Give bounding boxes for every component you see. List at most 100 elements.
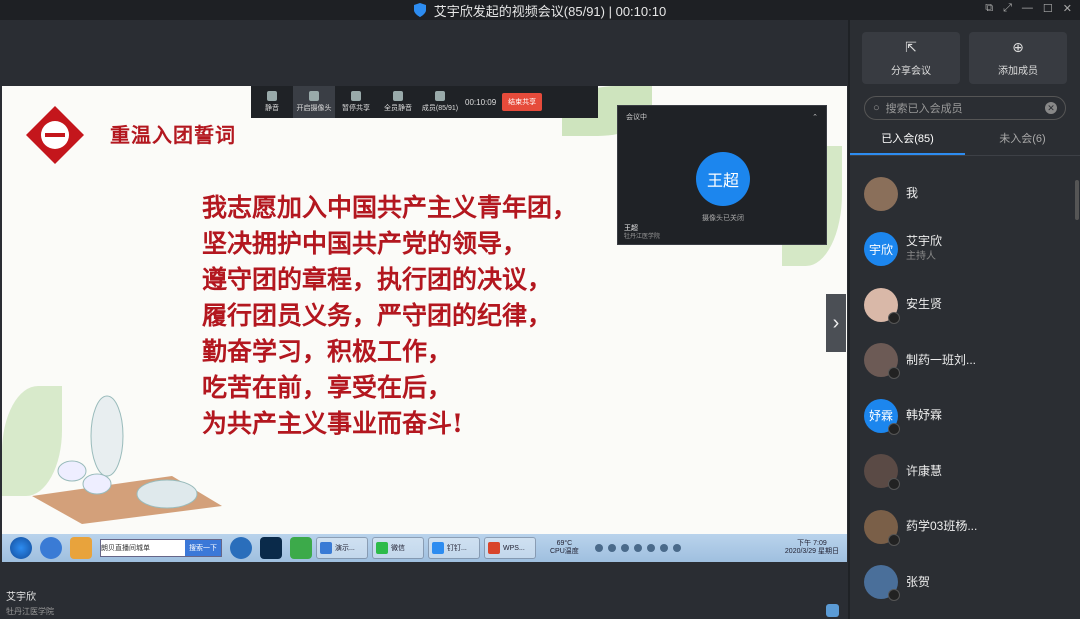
presenter-label: 艾宇欣 牡丹江医学院	[6, 592, 54, 616]
camera-panel: 会议中 ⌃ 王超 摄像头已关闭 王超 牡丹江医学院	[617, 105, 827, 245]
app-icon[interactable]	[70, 537, 92, 559]
member-text: 安生贤	[906, 297, 942, 312]
member-text: 韩妤霖	[906, 408, 942, 423]
player-icon[interactable]	[290, 537, 312, 559]
fullscreen-icon[interactable]: ⤢	[1003, 2, 1012, 15]
avatar: 妤霖	[864, 398, 900, 435]
avatar	[864, 509, 900, 546]
taskbar-search[interactable]: 朗贝直播间城单 搜索一下	[100, 539, 222, 557]
cpu-temperature: 69°C CPU温度	[550, 540, 579, 555]
participant-avatar: 王超	[696, 152, 750, 206]
browser-icon[interactable]	[230, 537, 252, 559]
meeting-timer: 00:10:09	[465, 97, 497, 107]
ie-icon[interactable]	[40, 537, 62, 559]
mute-all-icon	[393, 91, 403, 101]
screenshot-icon[interactable]: ⧉	[985, 2, 993, 15]
clear-icon[interactable]: ✕	[1045, 102, 1057, 114]
taskbar-wechat[interactable]: 微信	[372, 537, 424, 559]
add-member-button[interactable]: ⊕ 添加成员	[969, 32, 1067, 84]
member-text: 张贺	[906, 575, 930, 590]
search-icon: ○	[873, 102, 880, 114]
window-titlebar: 艾宇欣发起的视频会议(85/91) | 00:10:10 ⧉ ⤢ — ☐ ✕	[0, 0, 1080, 20]
oath-line: 吃苦在前，享受在后，	[202, 373, 453, 402]
list-item[interactable]: 安生贤	[850, 277, 1080, 333]
list-item[interactable]: 制药一班刘...	[850, 333, 1080, 389]
member-text: 药学03班杨...	[906, 519, 977, 534]
list-item[interactable]: 宇欣 艾宇欣 主持人	[850, 222, 1080, 278]
tea-set-illustration	[32, 395, 222, 524]
tab-not-joined[interactable]: 未入会(6)	[965, 128, 1080, 155]
avatar	[864, 343, 900, 380]
camera-button[interactable]: 开启摄像头	[293, 86, 335, 118]
mic-off-icon	[888, 422, 900, 435]
list-item[interactable]: 妤霖 韩妤霖	[850, 388, 1080, 444]
youth-league-emblem	[26, 106, 84, 164]
mute-all-button[interactable]: 全员静音	[377, 86, 419, 118]
oath-line: 遵守团的章程，执行团的决议，	[202, 265, 553, 294]
mic-off-icon	[888, 589, 900, 602]
member-name: 制药一班刘...	[906, 352, 977, 367]
chevron-right-icon: ›	[832, 311, 840, 334]
member-search-input[interactable]: ○ 搜索已入会成员 ✕	[864, 96, 1066, 120]
shield-icon	[413, 3, 426, 17]
end-share-button[interactable]: 结束共享	[502, 93, 543, 111]
member-text: 我	[906, 186, 918, 201]
camera-panel-status: 会议中	[626, 114, 647, 121]
avatar	[864, 176, 898, 211]
windows-taskbar: 朗贝直播间城单 搜索一下 演示... 微信 钉钉... WPS... 69°C …	[2, 534, 847, 562]
minimize-icon[interactable]: —	[1022, 2, 1033, 15]
expand-panel-button[interactable]: ›	[826, 294, 846, 352]
avatar	[864, 454, 900, 491]
meeting-toolbar: 静音 开启摄像头 暂停共享 全员静音 成员(85/91) 00:10:09 结束…	[251, 86, 598, 118]
share-meeting-button[interactable]: ⇱ 分享会议	[862, 32, 960, 84]
system-tray[interactable]	[594, 544, 681, 552]
chat-icon[interactable]	[826, 604, 839, 617]
members-sidebar: ⇱ 分享会议 ⊕ 添加成员 ○ 搜索已入会成员 ✕ 已入会(85) 未入会(6)…	[850, 20, 1080, 619]
camera-panel-header: 会议中 ⌃	[618, 106, 826, 128]
oath-text: 我志愿加入中国共产主义青年团， 坚决拥护中国共产党的领导， 遵守团的章程，执行团…	[202, 190, 577, 442]
members-button[interactable]: 成员(85/91)	[419, 86, 461, 118]
mic-off-icon	[888, 478, 900, 491]
taskbar-wps[interactable]: WPS...	[484, 537, 536, 559]
oath-line: 坚决拥护中国共产党的领导，	[202, 229, 528, 258]
mic-off-icon	[888, 367, 900, 380]
close-icon[interactable]: ✕	[1063, 2, 1072, 15]
oath-line: 履行团员义务，严守团的纪律，	[202, 301, 553, 330]
collapse-icon[interactable]: ⌃	[812, 113, 818, 121]
list-item[interactable]: 张贺	[850, 555, 1080, 611]
camera-off-text: 摄像头已关闭	[702, 215, 744, 222]
list-item[interactable]: 我	[850, 166, 1080, 222]
taskbar-dingtalk[interactable]: 钉钉...	[428, 537, 480, 559]
member-tabs: 已入会(85) 未入会(6)	[850, 128, 1080, 156]
member-name: 韩妤霖	[906, 408, 943, 423]
member-name: 艾宇欣	[906, 234, 943, 249]
oath-line: 我志愿加入中国共产主义青年团，	[202, 193, 578, 222]
taskbar-slides[interactable]: 演示...	[316, 537, 368, 559]
share-icon	[351, 91, 361, 101]
pause-share-button[interactable]: 暂停共享	[335, 86, 377, 118]
mute-button[interactable]: 静音	[251, 86, 293, 118]
oath-line: 为共产主义事业而奋斗!	[202, 409, 463, 438]
avatar: 宇欣	[864, 232, 898, 267]
microphone-icon	[267, 91, 277, 101]
list-item[interactable]: 药学03班杨...	[850, 499, 1080, 555]
slide-title: 重温入团誓词	[110, 123, 236, 147]
member-list-scrollbar[interactable]	[1075, 180, 1079, 220]
search-go-button[interactable]: 搜索一下	[185, 540, 221, 556]
avatar	[864, 565, 900, 602]
mic-off-icon	[888, 533, 900, 546]
maximize-icon[interactable]: ☐	[1043, 2, 1053, 15]
tab-joined[interactable]: 已入会(85)	[850, 128, 965, 155]
window-controls: ⧉ ⤢ — ☐ ✕	[985, 2, 1072, 15]
member-text: 艾宇欣 主持人	[906, 234, 942, 264]
start-icon[interactable]	[10, 537, 32, 559]
member-name: 安生贤	[906, 297, 943, 312]
avatar	[864, 287, 900, 324]
window-title: 艾宇欣发起的视频会议(85/91) | 00:10:10	[433, 3, 667, 19]
camera-icon	[309, 91, 319, 101]
taskbar-clock: 下午 7:09 2020/3/29 星期日	[784, 540, 839, 555]
shared-screen-area: 重温入团誓词 我志愿加入中国共产主义青年团， 坚决拥护中国共产党的领导， 遵守团…	[0, 20, 848, 619]
list-item[interactable]: 许康慧	[850, 444, 1080, 500]
member-name: 许康慧	[906, 463, 943, 478]
photoshop-icon[interactable]	[260, 537, 282, 559]
